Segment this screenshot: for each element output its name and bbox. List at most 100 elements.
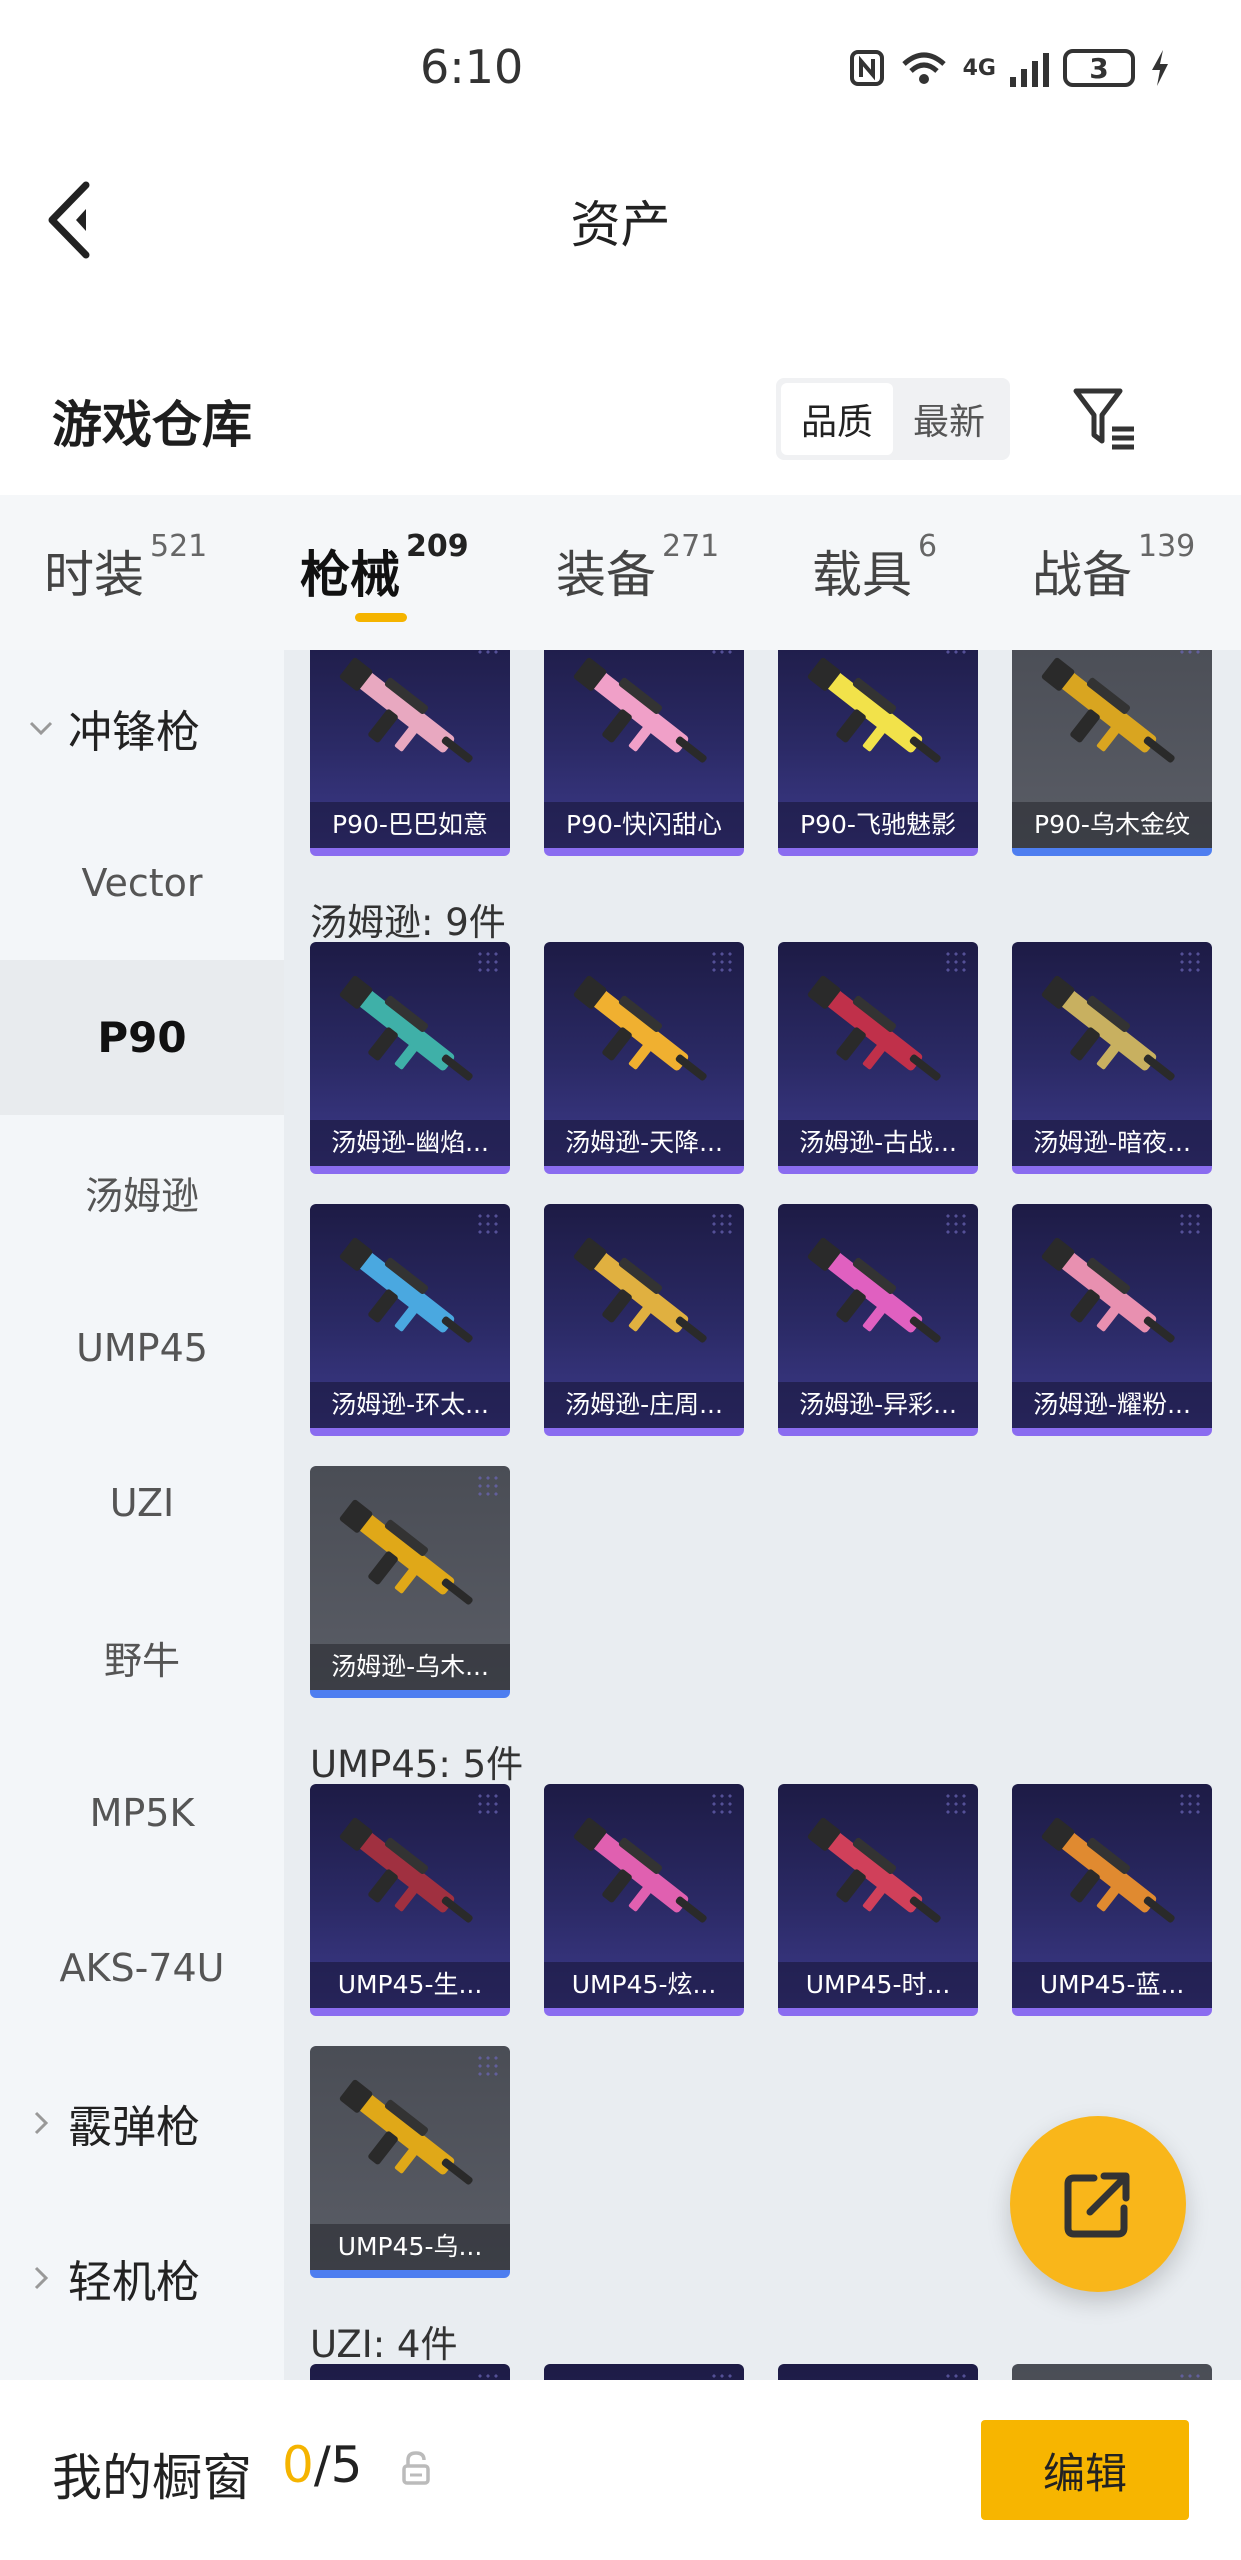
sidebar-item-p90[interactable]: P90 [0, 960, 284, 1115]
weapon-type-sidebar: 冲锋枪 Vector P90 汤姆逊 UMP45 UZI 野牛 MP5K AKS… [0, 650, 284, 2380]
nfc-icon [849, 50, 884, 86]
filter-button[interactable] [1070, 383, 1140, 453]
sidebar-item-label: 轻机枪 [68, 2256, 200, 2308]
share-button[interactable] [1010, 2116, 1186, 2292]
sidebar-group-smg[interactable]: 冲锋枪 [0, 650, 284, 805]
skin-card[interactable] [544, 2364, 744, 2380]
weapon-skin-image [573, 1817, 707, 1923]
showcase-current: 0 [282, 2436, 314, 2494]
skin-name: UMP45-炫... [544, 1962, 744, 2008]
tab-label: 载具 [812, 546, 912, 604]
sidebar-item-label: AKS-74U [59, 1945, 225, 1990]
sidebar-item-mp5k[interactable]: MP5K [0, 1735, 284, 1890]
skin-name: 汤姆逊-耀粉... [1012, 1382, 1212, 1428]
skin-card[interactable]: P90-巴巴如意 [310, 650, 510, 856]
card-pattern [1178, 2372, 1204, 2380]
status-time: 6:10 [420, 40, 524, 94]
skin-name: 汤姆逊-天降... [544, 1120, 744, 1166]
weapon-skin-image [573, 657, 707, 763]
tab-count: 139 [1138, 529, 1196, 564]
card-pattern [944, 2372, 970, 2380]
battery-icon: 3 [1063, 49, 1135, 87]
tab-fashion[interactable]: 时装 521 [44, 529, 207, 607]
skin-card[interactable]: P90-飞驰魅影 [778, 650, 978, 856]
tab-label: 战备 [1032, 546, 1132, 604]
weapon-skin-image [573, 1237, 707, 1343]
skin-card[interactable]: 汤姆逊-耀粉... [1012, 1204, 1212, 1436]
skin-card[interactable]: UMP45-乌... [310, 2046, 510, 2278]
skin-card[interactable]: 汤姆逊-环太... [310, 1204, 510, 1436]
weapon-skin-image [807, 1817, 941, 1923]
status-icons: 4G 3 [849, 48, 1171, 88]
skin-card[interactable]: P90-快闪甜心 [544, 650, 744, 856]
category-tabs: 时装 521 枪械 209 装备 271 载具 6 战备 139 [0, 495, 1241, 650]
section-label: UMP45: 5件 [310, 1743, 524, 1786]
showcase-count: 0/5 [282, 2436, 362, 2494]
skin-name: UMP45-乌... [310, 2224, 510, 2270]
tab-indicator [355, 613, 407, 622]
skin-card[interactable]: 汤姆逊-庄周... [544, 1204, 744, 1436]
edit-button[interactable]: 编辑 [981, 2420, 1189, 2520]
skin-card[interactable]: P90-乌木金纹 [1012, 650, 1212, 856]
tab-count: 271 [662, 529, 720, 564]
sidebar-item-label: 汤姆逊 [84, 1174, 199, 1218]
tab-supplies[interactable]: 战备 139 [1032, 529, 1195, 607]
skin-card[interactable]: UMP45-炫... [544, 1784, 744, 2016]
sidebar-item-label: Vector [81, 860, 203, 905]
skin-card[interactable]: UMP45-生... [310, 1784, 510, 2016]
skin-card[interactable]: UMP45-蓝... [1012, 1784, 1212, 2016]
tab-equipment[interactable]: 装备 271 [556, 529, 719, 607]
skin-card[interactable] [1012, 2364, 1212, 2380]
skin-card[interactable]: UMP45-时... [778, 1784, 978, 2016]
skin-name: 汤姆逊-乌木... [310, 1644, 510, 1690]
sidebar-item-thompson[interactable]: 汤姆逊 [0, 1115, 284, 1270]
skin-card[interactable]: 汤姆逊-幽焰... [310, 942, 510, 1174]
weapon-skin-image [807, 657, 941, 763]
network-label: 4G [962, 55, 996, 81]
section-label: UZI: 4件 [310, 2323, 458, 2366]
sidebar-item-label: UMP45 [76, 1325, 208, 1370]
skin-card[interactable] [310, 2364, 510, 2380]
sort-option-quality[interactable]: 品质 [781, 383, 893, 455]
sidebar-item-label: MP5K [89, 1790, 195, 1835]
sidebar-item-aks74u[interactable]: AKS-74U [0, 1890, 284, 2045]
sidebar-group-shotgun[interactable]: 霰弹枪 [0, 2045, 284, 2200]
skin-name: P90-快闪甜心 [544, 802, 744, 848]
skin-card[interactable] [778, 2364, 978, 2380]
page-title: 资产 [570, 196, 671, 254]
sidebar-item-ump45[interactable]: UMP45 [0, 1270, 284, 1425]
lock-icon [402, 2451, 430, 2485]
sidebar-item-vector[interactable]: Vector [0, 805, 284, 960]
sort-toggle: 品质 最新 [776, 378, 1010, 460]
tab-vehicles[interactable]: 载具 6 [812, 529, 937, 607]
sidebar-group-lmg[interactable]: 轻机枪 [0, 2200, 284, 2355]
chevron-right-icon [22, 2104, 60, 2142]
tab-count: 6 [918, 529, 938, 564]
weapon-skin-image [339, 1499, 473, 1605]
skin-name: UMP45-时... [778, 1962, 978, 2008]
skin-card[interactable]: 汤姆逊-乌木... [310, 1466, 510, 1698]
weapon-skin-image [807, 975, 941, 1081]
tab-label: 时装 [44, 546, 144, 604]
skin-name: P90-巴巴如意 [310, 802, 510, 848]
card-pattern [476, 2372, 502, 2380]
skin-card[interactable]: 汤姆逊-古战... [778, 942, 978, 1174]
battery-level: 3 [1089, 51, 1109, 85]
tab-firearms[interactable]: 枪械 209 [300, 529, 469, 607]
chevron-down-icon [22, 709, 60, 747]
skin-name: 汤姆逊-古战... [778, 1120, 978, 1166]
sidebar-item-bizon[interactable]: 野牛 [0, 1580, 284, 1735]
sidebar-item-label: 野牛 [103, 1639, 180, 1683]
sort-option-newest[interactable]: 最新 [893, 383, 1005, 455]
skin-name: 汤姆逊-幽焰... [310, 1120, 510, 1166]
skin-card[interactable]: 汤姆逊-天降... [544, 942, 744, 1174]
card-pattern [710, 2372, 736, 2380]
sidebar-item-uzi[interactable]: UZI [0, 1425, 284, 1580]
skin-card[interactable]: 汤姆逊-暗夜... [1012, 942, 1212, 1174]
showcase-label: 我的橱窗 [52, 2449, 252, 2507]
showcase-total: /5 [313, 2436, 363, 2494]
weapon-skin-image [339, 1237, 473, 1343]
skin-name: 汤姆逊-环太... [310, 1382, 510, 1428]
skin-card[interactable]: 汤姆逊-异彩... [778, 1204, 978, 1436]
tab-label: 枪械 [300, 546, 400, 604]
